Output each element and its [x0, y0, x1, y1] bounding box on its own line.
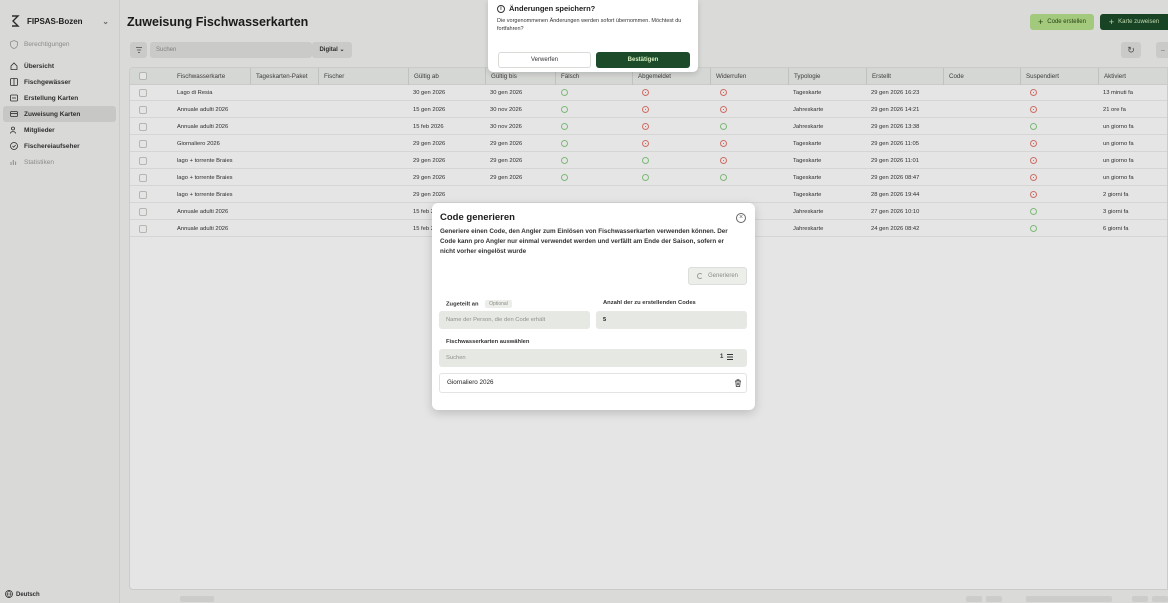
generate-label: Generieren: [707, 273, 739, 279]
confirm-button[interactable]: Bestätigen: [596, 52, 690, 68]
generate-button[interactable]: Generieren: [688, 267, 747, 285]
assigned-to-label-text: Zugeteilt an: [446, 301, 479, 308]
save-changes-title: i Änderungen speichern?: [497, 4, 595, 13]
selected-card-item: Giornaliero 2026: [439, 373, 747, 393]
code-count-label: Anzahl der zu erstellenden Codes: [603, 300, 696, 306]
save-changes-text: Die vorgenommenen Änderungen werden sofo…: [497, 18, 682, 32]
cards-search-input[interactable]: Suchen: [439, 349, 747, 367]
selected-card-label: Giornaliero 2026: [447, 379, 494, 386]
optional-badge: Optional: [485, 300, 512, 308]
modal-title: Code generieren: [440, 212, 515, 223]
code-count-input[interactable]: 5: [596, 311, 747, 329]
assigned-to-input[interactable]: Name der Person, die den Code erhält: [439, 311, 590, 329]
cards-select-label: Fischwasserkarten auswählen: [446, 339, 530, 345]
discard-button[interactable]: Verwerfen: [498, 52, 591, 68]
save-changes-dialog: i Änderungen speichern? Die vorgenommene…: [488, 0, 698, 72]
selected-count: 1: [720, 353, 734, 361]
close-icon[interactable]: ×: [736, 213, 746, 223]
assigned-to-label: Zugeteilt an Optional: [446, 300, 512, 308]
trash-icon[interactable]: [733, 378, 743, 388]
selected-count-value: 1: [720, 354, 724, 360]
info-icon: i: [497, 4, 505, 13]
modal-description: Generiere einen Code, den Angler zum Ein…: [440, 228, 728, 255]
save-changes-title-text: Änderungen speichern?: [509, 4, 596, 13]
generate-code-modal: Code generieren × Generiere einen Code, …: [432, 203, 755, 410]
loading-spinner-icon: [696, 273, 703, 279]
list-icon: [727, 354, 734, 360]
